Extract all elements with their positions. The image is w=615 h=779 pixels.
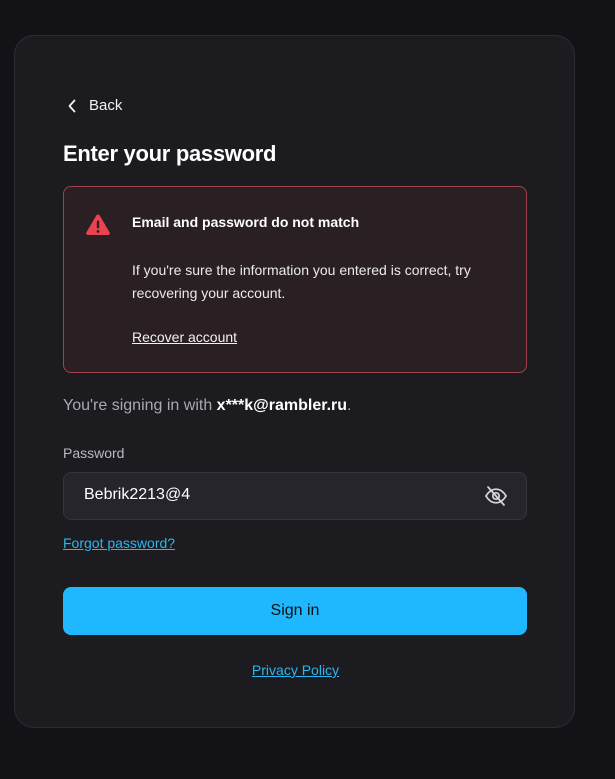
password-field[interactable]: Bebrik2213@4 <box>63 472 527 520</box>
sign-in-button[interactable]: Sign in <box>63 587 527 635</box>
error-alert: Email and password do not match If you'r… <box>63 186 527 373</box>
login-card: Back Enter your password Email and passw… <box>14 35 575 728</box>
back-button[interactable]: Back <box>67 97 122 114</box>
forgot-password-link[interactable]: Forgot password? <box>63 535 175 551</box>
signing-in-info: You're signing in with x***k@rambler.ru. <box>63 397 351 415</box>
signing-suffix: . <box>347 397 352 414</box>
chevron-left-icon <box>67 99 77 113</box>
masked-email: x***k@rambler.ru <box>216 397 348 414</box>
page-title: Enter your password <box>63 141 277 166</box>
alert-message: If you're sure the information you enter… <box>132 262 471 301</box>
warning-triangle-icon <box>85 213 111 241</box>
back-label: Back <box>89 97 123 114</box>
signing-prefix: You're signing in with <box>63 397 217 414</box>
privacy-policy-link[interactable]: Privacy Policy <box>252 662 339 678</box>
privacy-row: Privacy Policy <box>15 662 576 678</box>
eye-off-icon[interactable] <box>484 485 508 512</box>
alert-title: Email and password do not match <box>132 214 360 230</box>
recover-account-link[interactable]: Recover account <box>132 329 237 345</box>
password-label: Password <box>63 445 125 461</box>
password-value: Bebrik2213@4 <box>84 486 191 503</box>
